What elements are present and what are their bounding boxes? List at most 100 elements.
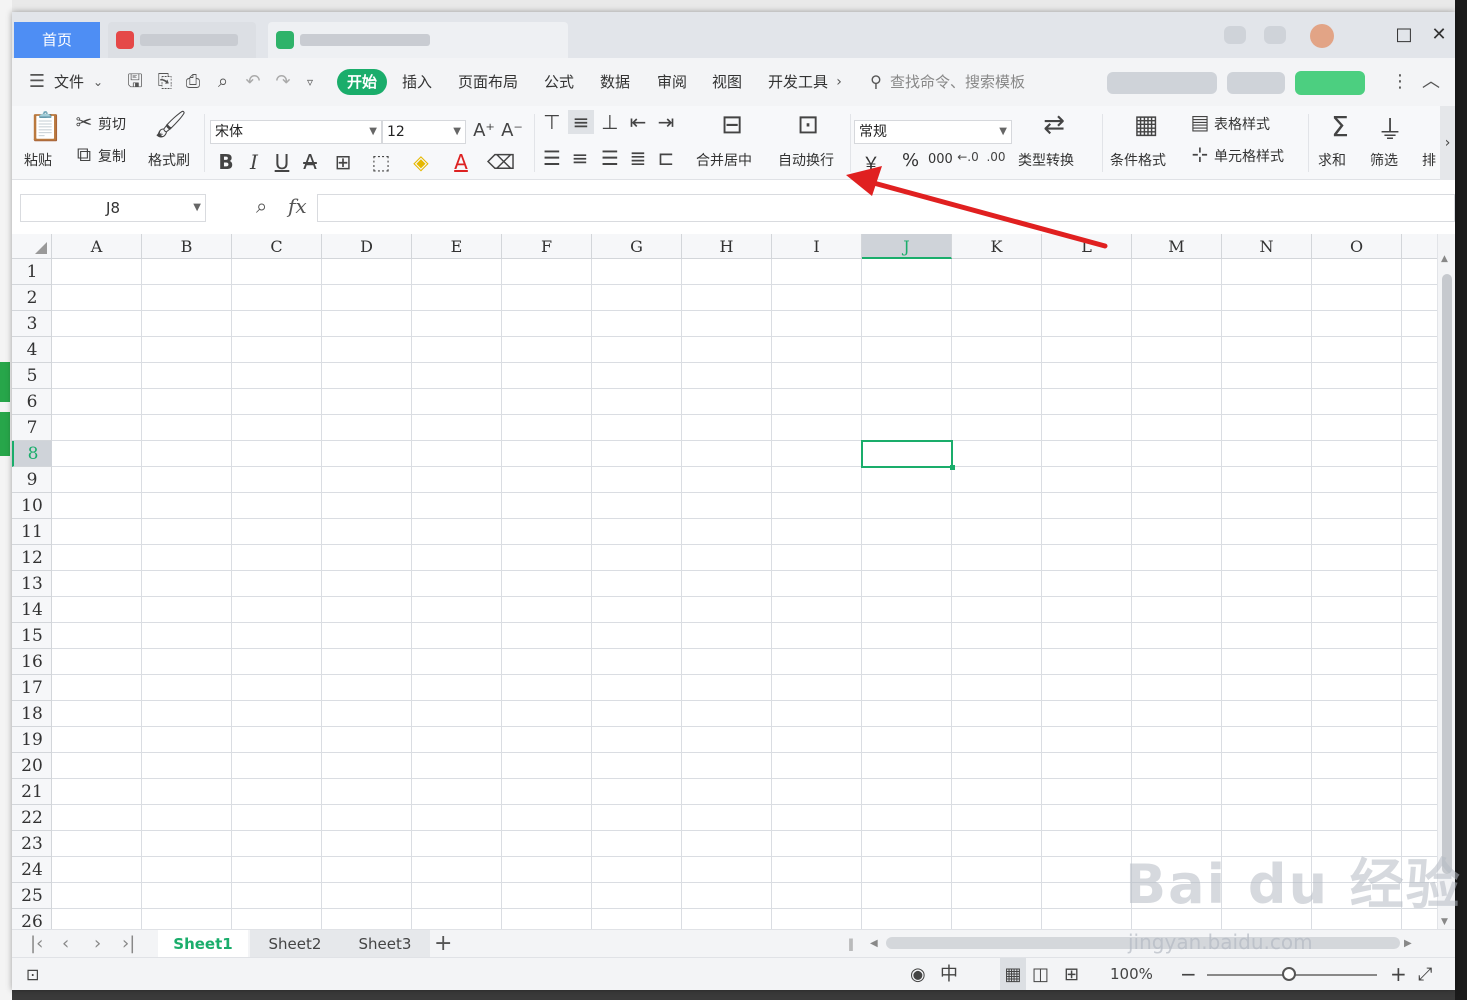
column-header-l[interactable]: L — [1042, 234, 1132, 259]
row-header-21[interactable]: 21 — [12, 779, 52, 805]
wrap-text-button[interactable]: 自动换行 — [778, 150, 834, 170]
row-header-5[interactable]: 5 — [12, 363, 52, 389]
increase-font-icon[interactable]: A⁺ — [472, 120, 496, 141]
fullscreen-icon[interactable]: ⤢ — [1418, 958, 1432, 990]
row-header-12[interactable]: 12 — [12, 545, 52, 571]
sum-button[interactable]: 求和 — [1318, 150, 1346, 170]
column-header-o[interactable]: O — [1312, 234, 1402, 259]
conditional-format-icon[interactable]: ▦ — [1130, 110, 1162, 140]
row-header-24[interactable]: 24 — [12, 857, 52, 883]
filter-icon[interactable]: ⏚ — [1376, 110, 1404, 147]
paste-button[interactable]: 粘贴 — [24, 150, 52, 170]
sum-icon[interactable]: Σ — [1326, 110, 1354, 143]
tab-data[interactable]: 数据 — [600, 58, 630, 106]
page-layout-view-icon[interactable]: ◫ — [1032, 958, 1049, 990]
row-header-22[interactable]: 22 — [12, 805, 52, 831]
outdent-icon[interactable]: ⇤ — [626, 110, 650, 134]
format-painter-button[interactable]: 格式刷 — [148, 150, 190, 170]
column-header-g[interactable]: G — [592, 234, 682, 259]
row-header-11[interactable]: 11 — [12, 519, 52, 545]
zoom-slider-knob[interactable] — [1282, 967, 1296, 981]
active-cell-j8[interactable] — [861, 440, 955, 470]
vertical-scrollbar[interactable]: ▲ ▼ — [1437, 234, 1455, 929]
column-header-h[interactable]: H — [682, 234, 772, 259]
copy-icon[interactable]: ⧉ — [72, 142, 96, 166]
row-header-10[interactable]: 10 — [12, 493, 52, 519]
scroll-left-icon[interactable]: ◀ — [870, 930, 878, 958]
vertical-scroll-thumb[interactable] — [1442, 274, 1452, 874]
first-sheet-icon[interactable]: |‹ — [30, 930, 43, 958]
row-header-8[interactable]: 8 — [12, 441, 52, 467]
currency-button[interactable]: ￥ — [862, 150, 880, 176]
chevron-right-icon[interactable]: › — [832, 58, 846, 106]
type-convert-icon[interactable]: ⇄ — [1038, 110, 1070, 140]
merge-center-button[interactable]: 合并居中 — [696, 150, 752, 170]
tab-review[interactable]: 审阅 — [657, 58, 687, 106]
row-header-14[interactable]: 14 — [12, 597, 52, 623]
scroll-right-icon[interactable]: ▶ — [1404, 930, 1412, 958]
document-tab[interactable] — [108, 22, 256, 58]
save-icon[interactable]: 🖫 — [124, 58, 146, 106]
align-top-icon[interactable]: ⊤ — [540, 110, 564, 134]
column-header-m[interactable]: M — [1132, 234, 1222, 259]
column-header-i[interactable]: I — [772, 234, 862, 259]
row-header-18[interactable]: 18 — [12, 701, 52, 727]
justify-icon[interactable]: ≣ — [626, 146, 650, 170]
sort-button[interactable]: 排 — [1422, 150, 1436, 170]
maximize-button[interactable]: □ — [1389, 22, 1419, 48]
number-format-select[interactable]: 常规 ▼ — [854, 120, 1012, 144]
file-menu[interactable]: 文件 — [54, 58, 84, 106]
align-center-icon[interactable]: ≡ — [568, 146, 592, 170]
increase-decimal-icon[interactable]: ←.0 — [956, 150, 980, 164]
cell-grid[interactable] — [52, 259, 1437, 929]
fill-color-icon[interactable]: ◈ — [406, 150, 436, 174]
document-tab-active[interactable] — [268, 22, 568, 58]
merge-center-icon[interactable]: ⊟ — [716, 110, 748, 140]
prev-sheet-icon[interactable]: ‹ — [62, 930, 69, 958]
add-sheet-button[interactable]: + — [434, 930, 452, 958]
cut-button[interactable]: 剪切 — [98, 114, 126, 134]
hamburger-icon[interactable]: ☰ — [26, 58, 48, 106]
thousands-button[interactable]: 000 — [928, 152, 953, 167]
more-icon[interactable]: ⋮ — [1390, 58, 1410, 106]
column-header-k[interactable]: K — [952, 234, 1042, 259]
fx-icon[interactable]: fx — [288, 194, 307, 218]
last-sheet-icon[interactable]: ›| — [122, 930, 135, 958]
align-right-icon[interactable]: ☰ — [598, 146, 622, 170]
close-button[interactable]: ✕ — [1424, 22, 1454, 48]
chevron-down-icon[interactable]: ⌄ — [90, 58, 106, 106]
bold-icon[interactable]: B — [214, 150, 238, 174]
command-search[interactable]: 查找命令、搜索模板 — [890, 58, 1025, 106]
select-all-corner[interactable] — [12, 234, 52, 259]
next-sheet-icon[interactable]: › — [94, 930, 101, 958]
italic-icon[interactable]: I — [242, 150, 266, 174]
table-style-button[interactable]: 表格样式 — [1214, 114, 1270, 134]
row-header-7[interactable]: 7 — [12, 415, 52, 441]
borders-icon[interactable]: ⊞ — [328, 150, 358, 174]
cut-icon[interactable]: ✂ — [72, 110, 96, 134]
blurred-green-button[interactable] — [1295, 71, 1365, 95]
wrap-text-icon[interactable]: ⊡ — [792, 110, 824, 140]
zoom-level[interactable]: 100% — [1110, 958, 1153, 990]
zoom-formula-icon[interactable]: ⌕ — [256, 194, 267, 218]
zoom-in-button[interactable]: + — [1390, 958, 1407, 990]
underline-icon[interactable]: U — [270, 150, 294, 174]
input-mode-icon[interactable]: 中 — [940, 958, 958, 990]
redo-icon[interactable]: ↷ — [272, 58, 294, 106]
percent-button[interactable]: % — [902, 150, 919, 171]
eye-protection-icon[interactable]: ◉ — [910, 958, 926, 990]
avatar[interactable] — [1310, 24, 1334, 48]
tab-developer[interactable]: 开发工具 — [768, 58, 828, 106]
ribbon-scroll-right-icon[interactable]: › — [1440, 106, 1455, 180]
normal-view-icon[interactable]: ▦ — [1000, 958, 1026, 990]
cell-style-icon[interactable]: ⊹ — [1188, 142, 1212, 166]
align-left-icon[interactable]: ☰ — [540, 146, 564, 170]
fill-handle[interactable] — [950, 465, 955, 470]
copy-button[interactable]: 复制 — [98, 146, 126, 166]
row-header-6[interactable]: 6 — [12, 389, 52, 415]
cell-fill-pattern-icon[interactable]: ⬚ — [366, 150, 396, 174]
zoom-out-button[interactable]: − — [1180, 958, 1197, 990]
align-bottom-icon[interactable]: ⊥ — [598, 110, 622, 134]
collapse-ribbon-icon[interactable]: ︿ — [1420, 58, 1442, 106]
row-header-15[interactable]: 15 — [12, 623, 52, 649]
